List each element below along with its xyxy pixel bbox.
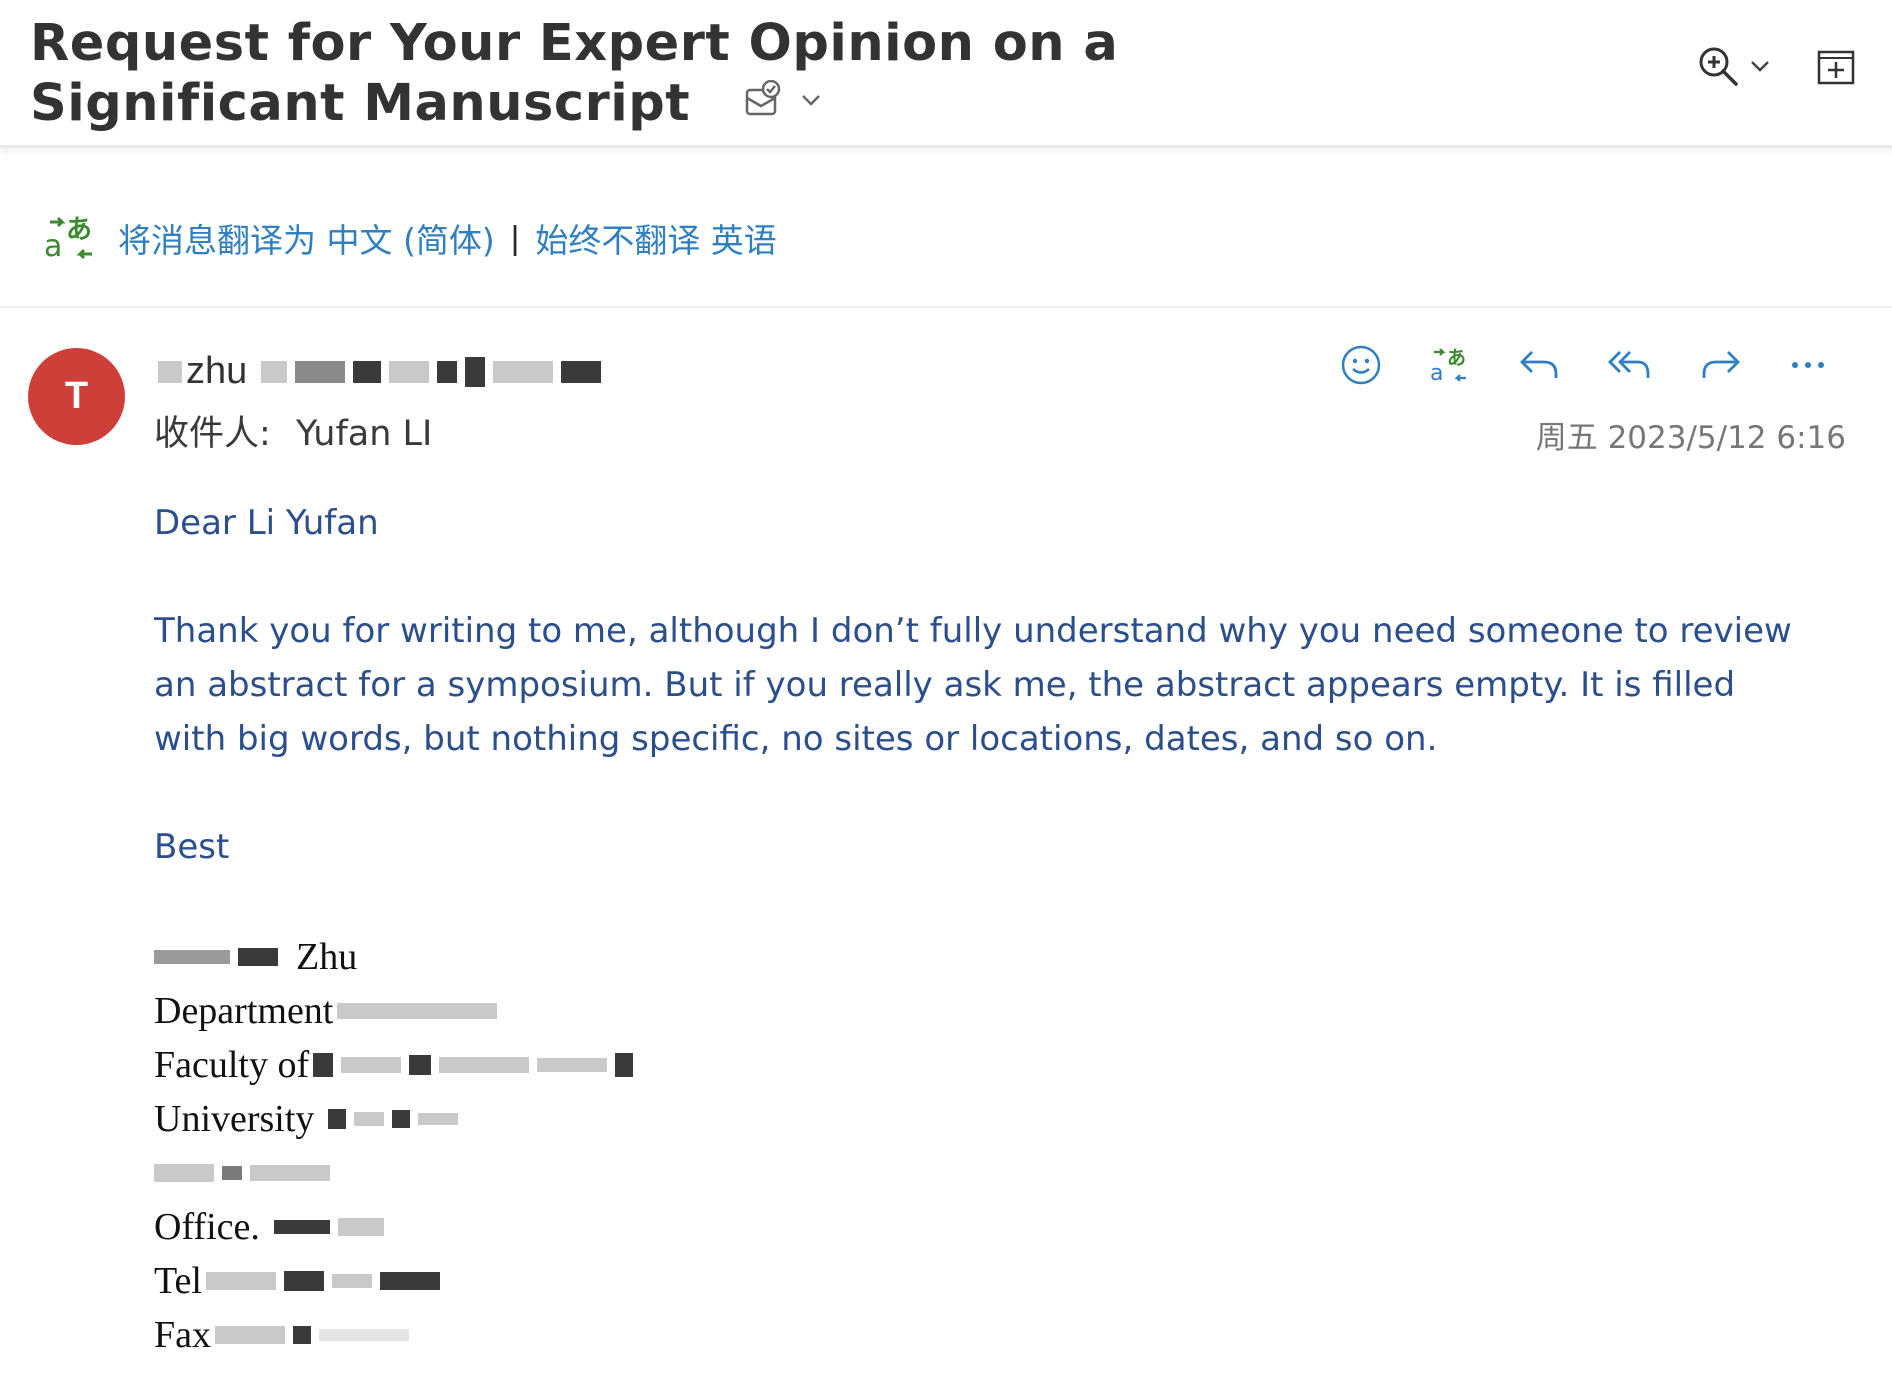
- greeting-text: Dear Li Yufan: [154, 503, 379, 543]
- redacted-block: [313, 1053, 334, 1077]
- svg-text:a: a: [44, 229, 62, 264]
- redacted-block: [205, 1272, 276, 1290]
- redacted-block: [319, 1329, 409, 1341]
- body-paragraph: Thank you for writing to me, although I …: [154, 611, 1792, 759]
- sender-avatar[interactable]: T: [28, 348, 125, 445]
- redacted-block: [418, 1113, 459, 1125]
- translate-icon: a あ: [44, 212, 98, 264]
- translate-icon[interactable]: a あ: [1430, 345, 1470, 385]
- redacted-block: [337, 1003, 498, 1019]
- signature-city-line: [154, 1146, 637, 1200]
- translate-message-link[interactable]: 将消息翻译为 中文 (简体): [118, 214, 495, 262]
- reply-all-icon[interactable]: [1608, 348, 1652, 382]
- sender-name: zhu: [186, 350, 248, 392]
- translation-bar: a あ 将消息翻译为 中文 (简体) | 始终不翻译 英语: [0, 170, 1892, 308]
- redacted-block: [273, 1220, 330, 1234]
- chevron-down-icon[interactable]: [800, 93, 822, 107]
- message-subject: Request for Your Expert Opinion on a Sig…: [30, 14, 1119, 133]
- recipient-line: 收件人: Yufan LI: [154, 405, 432, 456]
- open-in-window-icon[interactable]: [1816, 46, 1856, 86]
- translation-separator: |: [510, 219, 520, 256]
- recipient-name[interactable]: Yufan LI: [296, 414, 432, 454]
- redacted-block: [293, 1326, 311, 1344]
- signature-university: University: [154, 1098, 315, 1140]
- signature-office: Office.: [154, 1206, 260, 1248]
- signature-block: Zhu Department Faculty of University Off…: [154, 930, 637, 1362]
- redacted-block: [158, 360, 182, 383]
- avatar-initial: T: [64, 375, 89, 417]
- redacted-block: [331, 1274, 372, 1288]
- signature-department-line: Department: [154, 984, 637, 1038]
- redacted-block: [283, 1271, 324, 1291]
- more-icon[interactable]: [1790, 360, 1826, 370]
- redacted-block: [261, 360, 288, 383]
- redacted-block: [561, 360, 602, 383]
- signature-faculty-line: Faculty of: [154, 1038, 637, 1092]
- redacted-block: [154, 1164, 214, 1182]
- svg-text:a: a: [1430, 361, 1443, 385]
- message-header: Request for Your Expert Opinion on a Sig…: [0, 0, 1892, 148]
- redacted-block: [295, 360, 346, 383]
- redacted-block: [615, 1053, 634, 1077]
- redacted-block: [439, 1057, 530, 1073]
- redacted-block: [341, 1057, 402, 1073]
- zoom-in-icon: [1696, 44, 1740, 88]
- signature-name: Zhu: [296, 936, 358, 978]
- redacted-block: [238, 948, 278, 966]
- redacted-block: [222, 1166, 242, 1180]
- signature-name-line: Zhu: [154, 930, 637, 984]
- redacted-block: [379, 1272, 440, 1290]
- svg-text:あ: あ: [66, 215, 92, 245]
- signature-university-line: University: [154, 1092, 637, 1146]
- redacted-block: [389, 360, 430, 383]
- zoom-button[interactable]: [1696, 44, 1770, 88]
- redacted-block: [250, 1165, 330, 1181]
- redacted-block: [353, 360, 382, 383]
- subject-line: Request for Your Expert Opinion on a Sig…: [30, 14, 1410, 134]
- redacted-block: [537, 1058, 608, 1072]
- sender-line[interactable]: zhu: [154, 350, 605, 393]
- redacted-block: [354, 1112, 385, 1126]
- redacted-block: [328, 1109, 347, 1129]
- signature-office-line: Office.: [154, 1200, 637, 1254]
- never-translate-link[interactable]: 始终不翻译 英语: [535, 214, 777, 262]
- redacted-block: [493, 360, 554, 383]
- redacted-block: [337, 1218, 384, 1236]
- closing-text: Best: [154, 827, 230, 867]
- redacted-block: [409, 1055, 432, 1075]
- redacted-block: [392, 1110, 411, 1128]
- signature-tel: Tel: [154, 1260, 202, 1302]
- redacted-block: [437, 360, 458, 383]
- signature-department: Department: [154, 990, 334, 1032]
- signature-fax: Fax: [154, 1314, 211, 1356]
- redacted-block: [215, 1326, 285, 1344]
- signature-tel-line: Tel: [154, 1254, 637, 1308]
- signature-faculty: Faculty of: [154, 1044, 310, 1086]
- chevron-down-icon: [1750, 60, 1770, 72]
- mark-as-done-icon[interactable]: [742, 80, 782, 120]
- reply-icon[interactable]: [1518, 348, 1560, 382]
- redacted-block: [154, 950, 230, 964]
- svg-text:あ: あ: [1447, 347, 1466, 369]
- signature-fax-line: Fax: [154, 1308, 637, 1362]
- redacted-block: [465, 356, 486, 387]
- message-date: 周五 2023/5/12 6:16: [1535, 420, 1846, 456]
- smiley-icon[interactable]: [1340, 344, 1382, 386]
- message-actions: a あ: [1340, 344, 1826, 386]
- forward-icon[interactable]: [1700, 348, 1742, 382]
- to-label: 收件人:: [154, 414, 271, 454]
